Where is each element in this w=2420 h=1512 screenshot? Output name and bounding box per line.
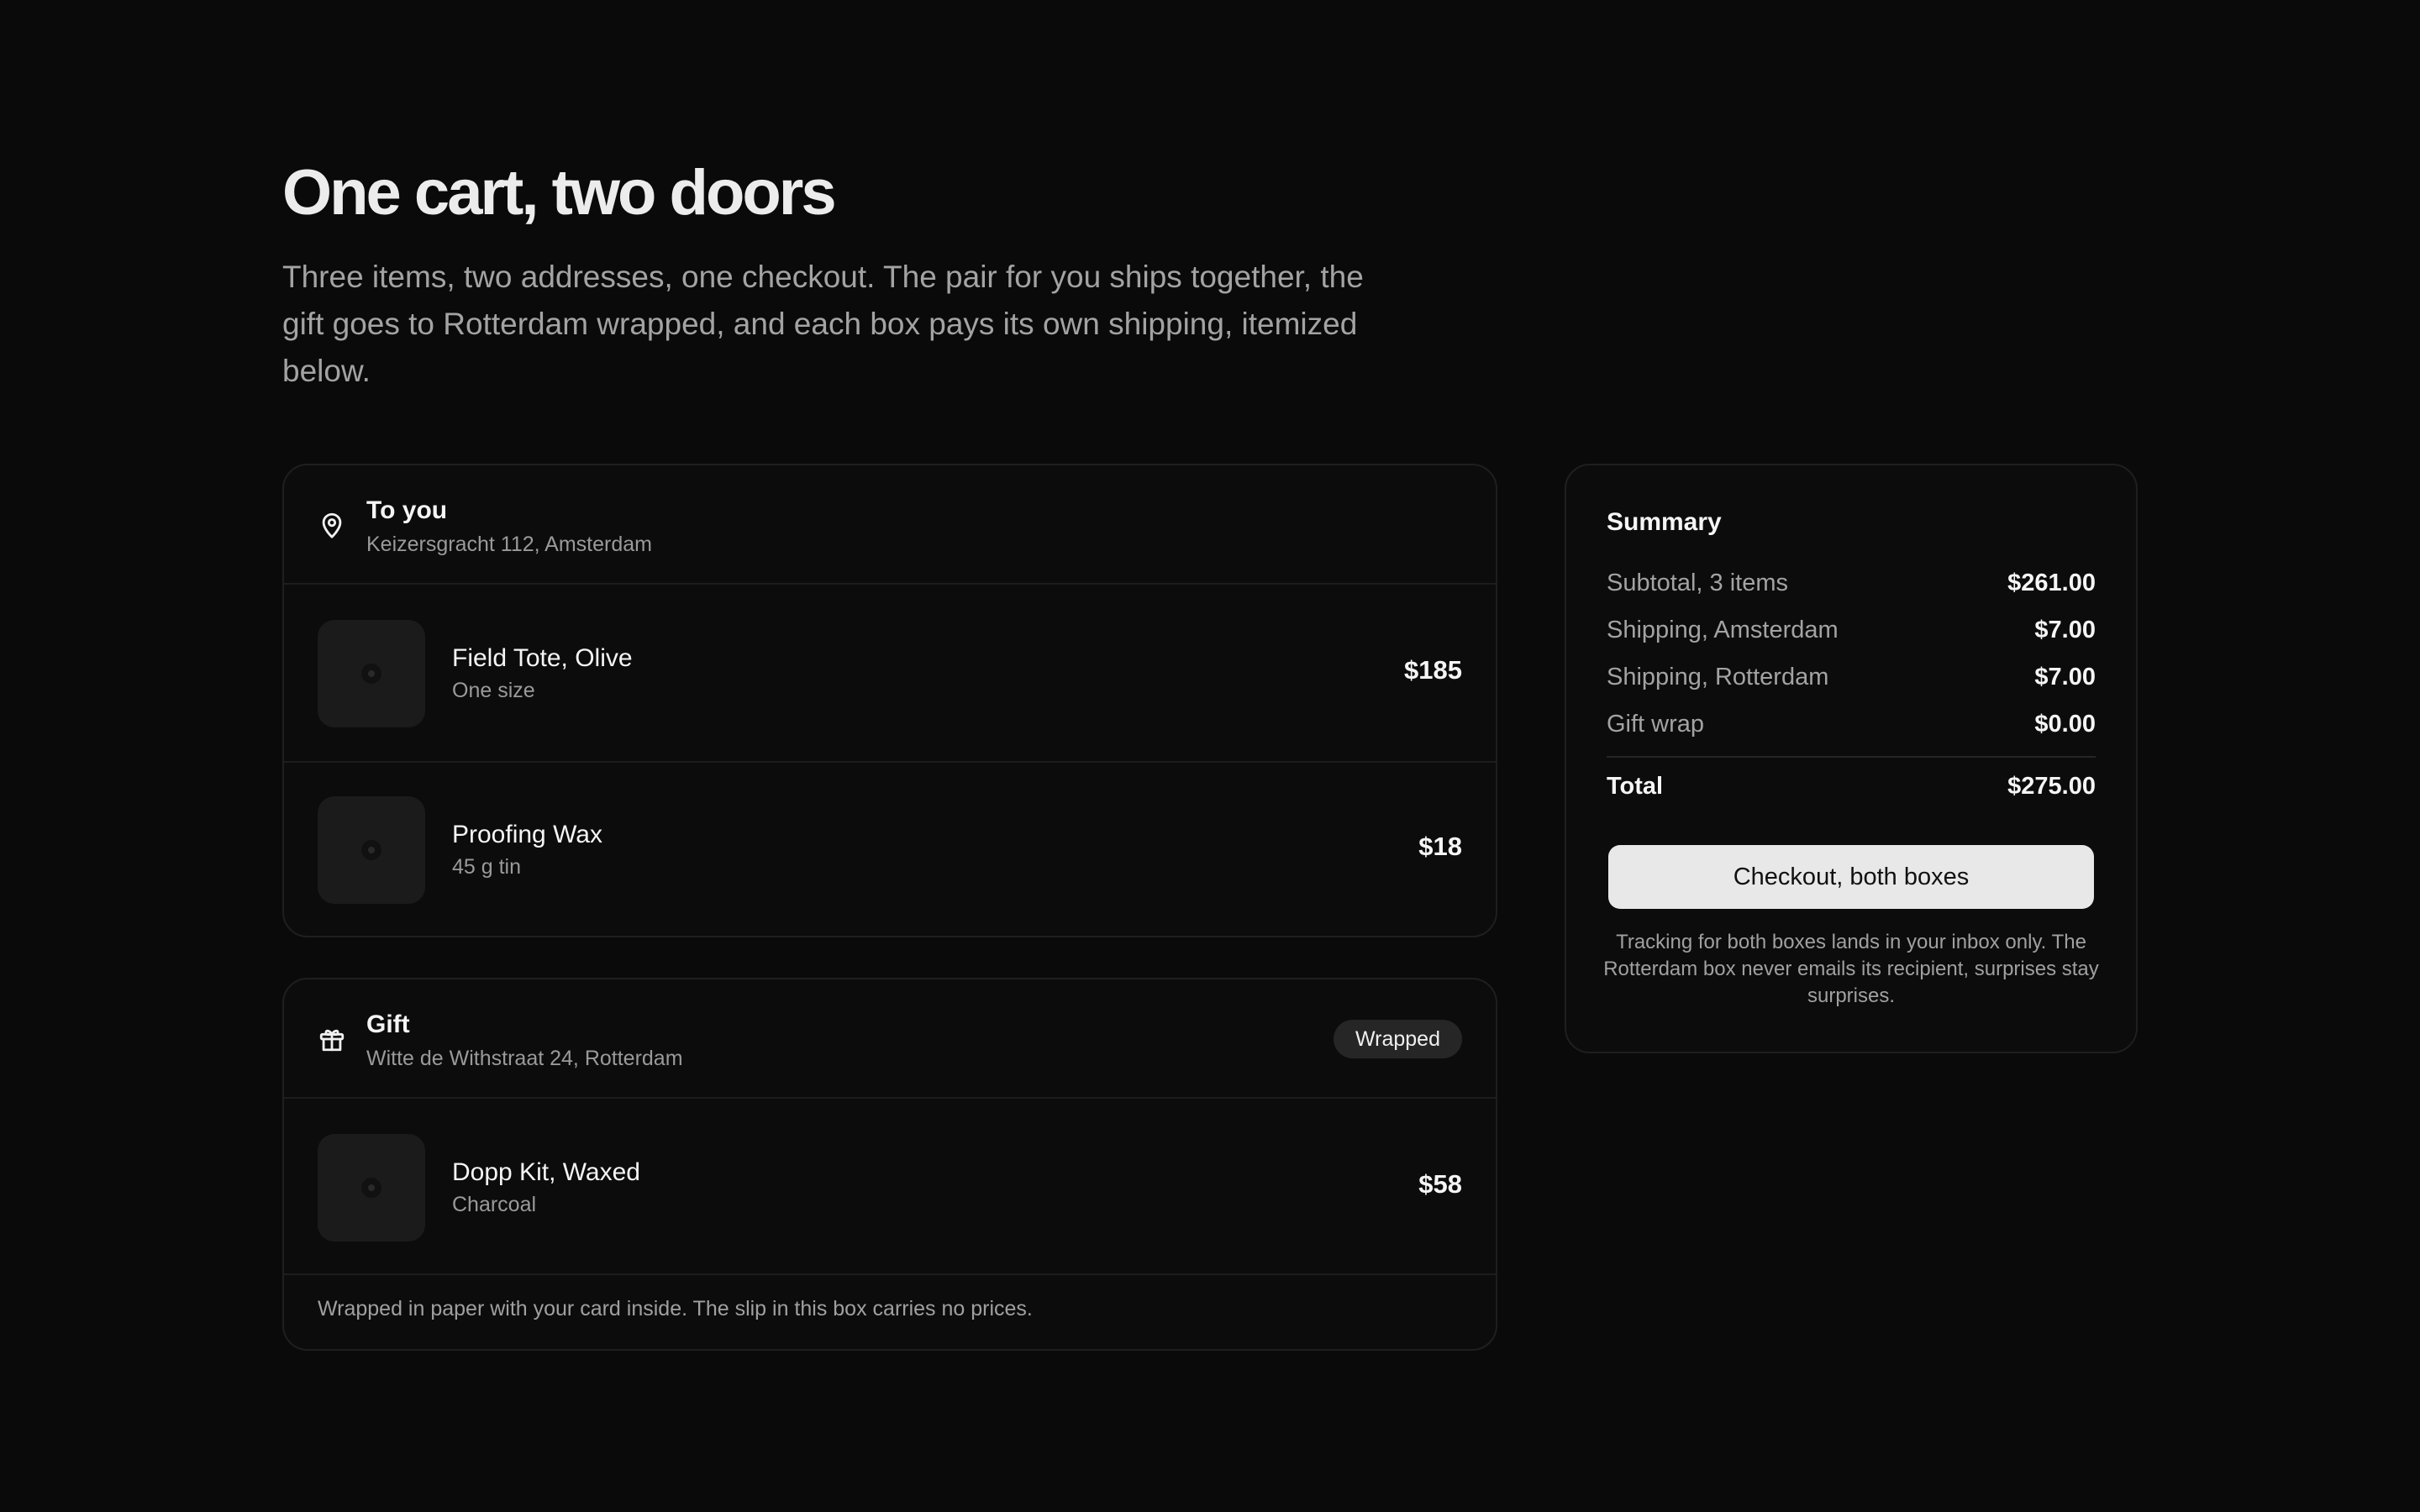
- item-name: Field Tote, Olive: [452, 644, 633, 672]
- shipment-name: To you: [366, 496, 448, 524]
- item-variant: One size: [452, 679, 535, 702]
- gift-icon: [319, 1029, 345, 1052]
- product-thumbnail: [318, 620, 425, 727]
- shipment-name: Gift: [366, 1011, 410, 1038]
- summary-label: Shipping, Amsterdam: [1607, 617, 1839, 643]
- order-summary: Summary Subtotal, 3 items $261.00 Shippi…: [1565, 464, 2138, 1053]
- product-thumbnail: [318, 796, 425, 904]
- item-price: $185: [1404, 655, 1462, 685]
- gift-note: Wrapped in paper with your card inside. …: [284, 1273, 1496, 1349]
- cart-item[interactable]: Field Tote, Olive One size $185: [284, 586, 1496, 763]
- summary-row-subtotal: Subtotal, 3 items $261.00: [1607, 566, 2096, 600]
- page-intro: Three items, two addresses, one checkout…: [282, 260, 1364, 388]
- total-value: $275.00: [2007, 773, 2096, 800]
- summary-value: $0.00: [2034, 711, 2096, 738]
- item-name: Proofing Wax: [452, 821, 602, 848]
- product-thumbnail: [318, 1134, 425, 1242]
- summary-divider: [1607, 756, 2096, 758]
- shipment-address: Witte de Withstraat 24, Rotterdam: [366, 1047, 683, 1070]
- checkout-button[interactable]: Checkout, both boxes: [1608, 845, 2094, 909]
- summary-heading: Summary: [1607, 508, 1722, 536]
- tracking-note: Tracking for both boxes lands in your in…: [1603, 931, 2099, 1007]
- item-variant: 45 g tin: [452, 855, 522, 879]
- shipment-address: Keizersgracht 112, Amsterdam: [366, 533, 652, 556]
- wrapped-badge: Wrapped: [1334, 1020, 1462, 1058]
- shipment-card-gift: Gift Witte de Withstraat 24, Rotterdam W…: [282, 978, 1497, 1351]
- summary-row-total: Total $275.00: [1607, 769, 2096, 803]
- cart-page: One cart, two doors Three items, two add…: [0, 0, 2420, 1512]
- summary-row-shipping-amsterdam: Shipping, Amsterdam $7.00: [1607, 613, 2096, 647]
- gift-note-text: Wrapped in paper with your card inside. …: [318, 1297, 1033, 1320]
- total-label: Total: [1607, 773, 1664, 800]
- summary-value: $7.00: [2034, 664, 2096, 690]
- shipment-card-to-you: To you Keizersgracht 112, Amsterdam Fiel…: [282, 464, 1497, 937]
- summary-label: Gift wrap: [1607, 711, 1705, 738]
- summary-value: $7.00: [2034, 617, 2096, 643]
- summary-label: Shipping, Rotterdam: [1607, 664, 1829, 690]
- item-name: Dopp Kit, Waxed: [452, 1158, 640, 1186]
- cart-item[interactable]: Proofing Wax 45 g tin $18: [284, 763, 1496, 939]
- summary-row-gift-wrap: Gift wrap $0.00: [1607, 707, 2096, 741]
- item-price: $58: [1418, 1169, 1462, 1199]
- summary-label: Subtotal, 3 items: [1607, 570, 1788, 596]
- summary-row-shipping-rotterdam: Shipping, Rotterdam $7.00: [1607, 660, 2096, 694]
- shipment-header: To you Keizersgracht 112, Amsterdam: [284, 465, 1496, 585]
- summary-value: $261.00: [2007, 570, 2096, 596]
- page-title: One cart, two doors: [282, 157, 837, 228]
- shipment-header: Gift Witte de Withstraat 24, Rotterdam W…: [284, 979, 1496, 1099]
- item-price: $18: [1418, 832, 1462, 861]
- map-pin-icon: [322, 512, 342, 538]
- cart-item[interactable]: Dopp Kit, Waxed Charcoal $58: [284, 1100, 1496, 1277]
- item-variant: Charcoal: [452, 1193, 537, 1216]
